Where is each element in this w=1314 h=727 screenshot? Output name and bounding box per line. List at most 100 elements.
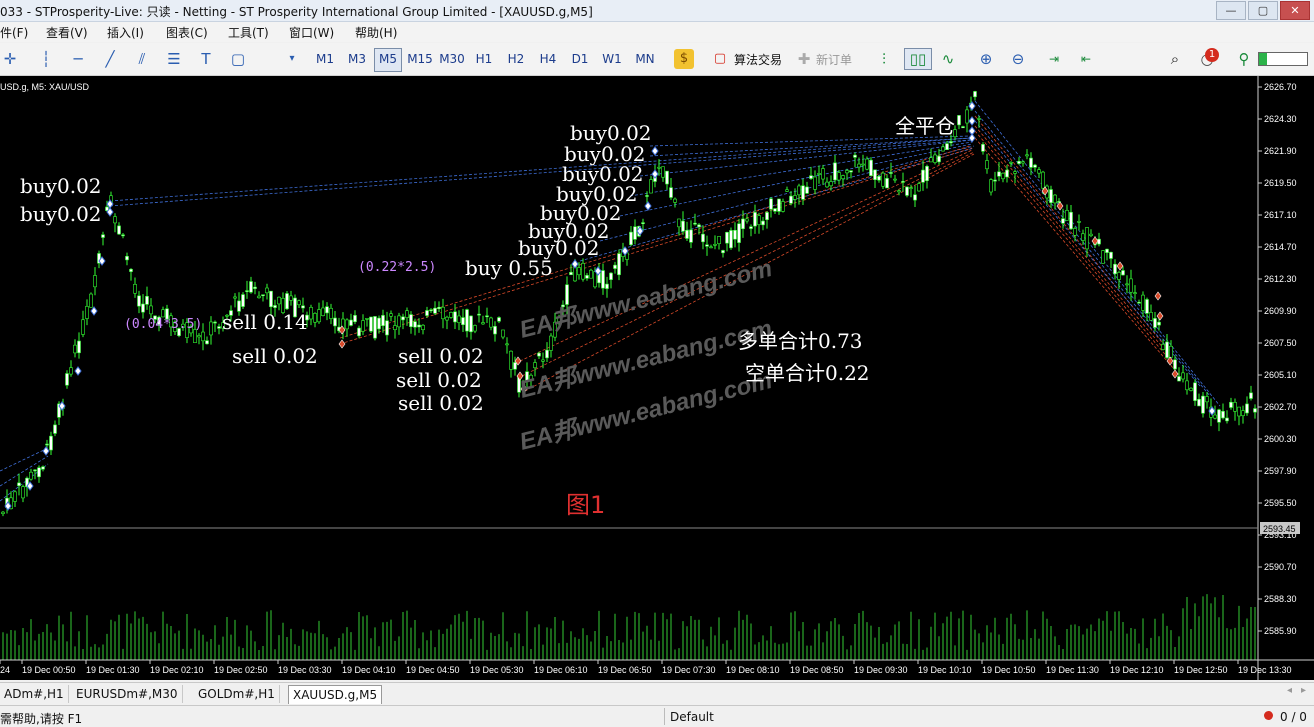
candle-body — [213, 321, 217, 324]
timeframe-m1[interactable]: M1 — [312, 48, 338, 70]
dollar-icon[interactable]: $ — [674, 49, 694, 69]
candle-body — [509, 350, 513, 370]
candle-body — [233, 296, 237, 299]
candle-body — [837, 172, 841, 181]
crosshair-icon[interactable]: ✛ — [0, 49, 20, 69]
candle-body — [545, 349, 549, 359]
tab-chart[interactable]: GOLDm#,H1 — [194, 685, 280, 703]
candle-body — [1021, 161, 1025, 164]
menu-charts[interactable]: 图表(C) — [166, 24, 208, 41]
timeframe-m30[interactable]: M30 — [437, 48, 467, 70]
candle-body — [849, 170, 853, 173]
price-tick-label: 2602.70 — [1264, 402, 1297, 412]
price-tick-label: 2612.30 — [1264, 274, 1297, 284]
candle-body — [65, 373, 69, 386]
candle-body — [353, 315, 357, 323]
time-tick-label: 19 Dec 12:10 — [1110, 665, 1164, 675]
candle-body — [865, 158, 869, 170]
timeframe-m3[interactable]: M3 — [344, 48, 370, 70]
vertical-line-icon[interactable]: ┆ — [36, 49, 56, 69]
text-icon[interactable]: T — [196, 49, 216, 69]
candle-body — [1125, 283, 1129, 286]
autoscroll-icon[interactable]: ⇤ — [1076, 49, 1096, 69]
menu-tools[interactable]: 工具(T) — [228, 24, 269, 41]
time-tick-label: 19 Dec 12:50 — [1174, 665, 1228, 675]
chart-shift-icon[interactable]: ⇥ — [1044, 49, 1064, 69]
timeframe-m15[interactable]: M15 — [405, 48, 435, 70]
fibonacci-icon[interactable]: ☰ — [164, 49, 184, 69]
menu-file[interactable]: 件(F) — [0, 24, 28, 41]
trend-line-icon[interactable]: ╱ — [100, 49, 120, 69]
candle-body — [117, 225, 121, 235]
candle-body — [993, 179, 997, 182]
candle-body — [333, 317, 337, 327]
candle-body — [713, 244, 717, 246]
tab-scroll-right-icon[interactable]: ▸ — [1301, 685, 1306, 696]
timeframe-mn[interactable]: MN — [632, 48, 658, 70]
minimize-button[interactable]: — — [1216, 1, 1246, 20]
chart-area[interactable]: USD.g, M5: XAU/USD EA邦www.eabang.com EA邦… — [0, 76, 1314, 680]
timeframe-d1[interactable]: D1 — [568, 48, 592, 70]
candle-body — [77, 340, 81, 354]
tab-chart[interactable]: EURUSDm#,M30 — [72, 685, 183, 703]
close-button[interactable]: ✕ — [1280, 1, 1310, 20]
candle-body — [881, 172, 885, 187]
search-icon[interactable]: ⌕ — [1165, 49, 1185, 69]
tab-scroll-left-icon[interactable]: ◂ — [1287, 685, 1292, 696]
buy-marker-icon — [644, 201, 652, 211]
candle-body — [397, 315, 401, 328]
timeframe-h1[interactable]: H1 — [472, 48, 496, 70]
status-help: 需帮助,请按 F1 — [0, 712, 83, 726]
candle-body — [401, 316, 405, 321]
candle-body — [905, 186, 909, 196]
candle-body — [1201, 395, 1205, 414]
algo-trading-button[interactable]: 算法交易 — [734, 51, 782, 68]
new-order-button[interactable]: 新订单 — [816, 51, 852, 68]
price-chart[interactable]: USD.g, M5: XAU/USD EA邦www.eabang.com EA邦… — [0, 76, 1314, 680]
candle-body — [869, 159, 873, 176]
candle-body — [533, 362, 537, 369]
bar-chart-icon[interactable]: ⫶ — [874, 49, 894, 69]
candle-body — [589, 269, 593, 279]
menu-insert[interactable]: 插入(I) — [107, 24, 144, 41]
menu-window[interactable]: 窗口(W) — [289, 24, 334, 41]
candle-body — [933, 154, 937, 163]
candle-body — [1213, 414, 1217, 419]
candle-body — [289, 295, 293, 301]
candle-body — [981, 144, 985, 152]
restore-button[interactable]: ▢ — [1248, 1, 1278, 20]
channel-icon[interactable]: ⫽ — [132, 49, 152, 69]
price-tick-label: 2607.50 — [1264, 338, 1297, 348]
menu-help[interactable]: 帮助(H) — [355, 24, 397, 41]
dropdown-icon[interactable]: ▾ — [282, 49, 302, 69]
candle-body — [321, 307, 325, 316]
candle-body — [853, 154, 857, 158]
candlestick-icon[interactable]: ▯▯ — [904, 48, 932, 70]
tab-chart-active[interactable]: XAUUSD.g,M5 — [288, 685, 383, 704]
candle-body — [681, 220, 685, 232]
annotation-buy: buy0.02 — [518, 236, 600, 260]
annotation-note: (0.04*3.5) — [124, 317, 202, 332]
menu-view[interactable]: 查看(V) — [46, 24, 88, 41]
candle-body — [657, 166, 661, 169]
candle-body — [1137, 301, 1141, 304]
candle-body — [1173, 359, 1177, 370]
candle-body — [1237, 406, 1241, 417]
stop-square-icon[interactable]: ▢ — [710, 49, 730, 69]
timeframe-h4[interactable]: H4 — [536, 48, 560, 70]
zoom-in-icon[interactable]: ⊕ — [976, 49, 996, 69]
zoom-out-icon[interactable]: ⊖ — [1008, 49, 1028, 69]
shapes-icon[interactable]: ▢ — [228, 49, 248, 69]
candle-body — [489, 317, 493, 328]
line-chart-icon[interactable]: ∿ — [938, 49, 958, 69]
candle-body — [1025, 154, 1029, 157]
timeframe-h2[interactable]: H2 — [504, 48, 528, 70]
candle-body — [209, 321, 213, 336]
tab-chart[interactable]: ADm#,H1 — [0, 685, 69, 703]
candle-body — [425, 310, 429, 316]
horizontal-line-icon[interactable]: ─ — [68, 49, 88, 69]
timeframe-m5[interactable]: M5 — [374, 48, 402, 72]
buy-marker-icon — [651, 169, 659, 179]
candle-body — [1081, 233, 1085, 241]
timeframe-w1[interactable]: W1 — [600, 48, 624, 70]
